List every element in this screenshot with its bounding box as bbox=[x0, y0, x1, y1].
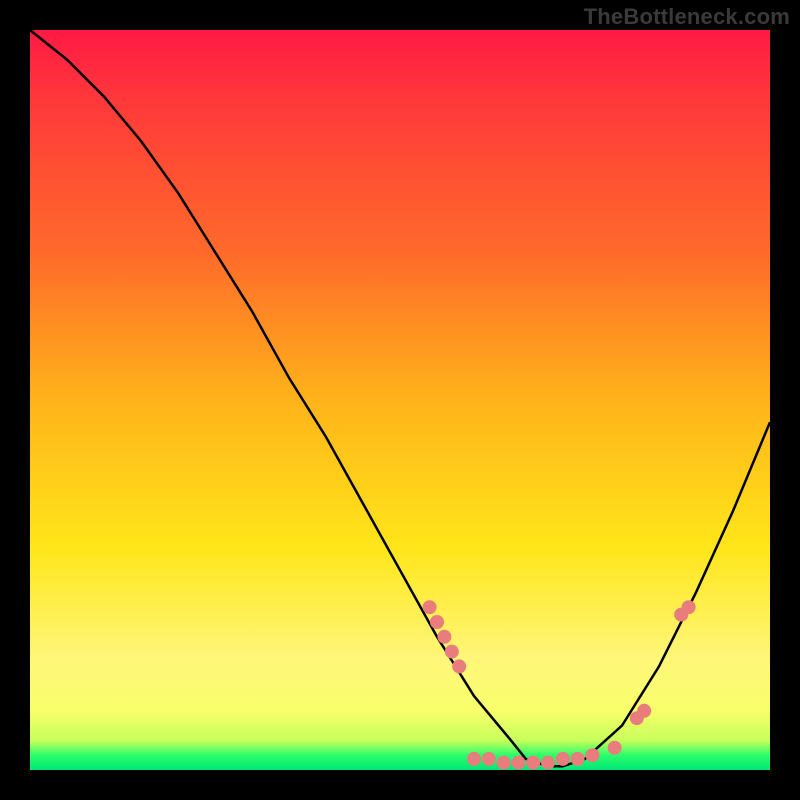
data-marker bbox=[541, 756, 555, 770]
data-marker bbox=[571, 752, 585, 766]
data-marker bbox=[437, 630, 451, 644]
data-marker bbox=[482, 752, 496, 766]
data-marker bbox=[452, 659, 466, 673]
data-marker bbox=[585, 748, 599, 762]
data-marker bbox=[511, 756, 525, 770]
curve-svg bbox=[30, 30, 770, 770]
data-marker bbox=[497, 756, 511, 770]
data-markers bbox=[423, 600, 696, 769]
data-marker bbox=[430, 615, 444, 629]
data-marker bbox=[637, 704, 651, 718]
plot-area bbox=[30, 30, 770, 770]
data-marker bbox=[526, 756, 540, 770]
watermark-text: TheBottleneck.com bbox=[584, 4, 790, 30]
data-marker bbox=[423, 600, 437, 614]
data-marker bbox=[682, 600, 696, 614]
data-marker bbox=[556, 752, 570, 766]
data-marker bbox=[467, 752, 481, 766]
bottleneck-curve bbox=[30, 30, 770, 766]
data-marker bbox=[608, 741, 622, 755]
data-marker bbox=[445, 645, 459, 659]
